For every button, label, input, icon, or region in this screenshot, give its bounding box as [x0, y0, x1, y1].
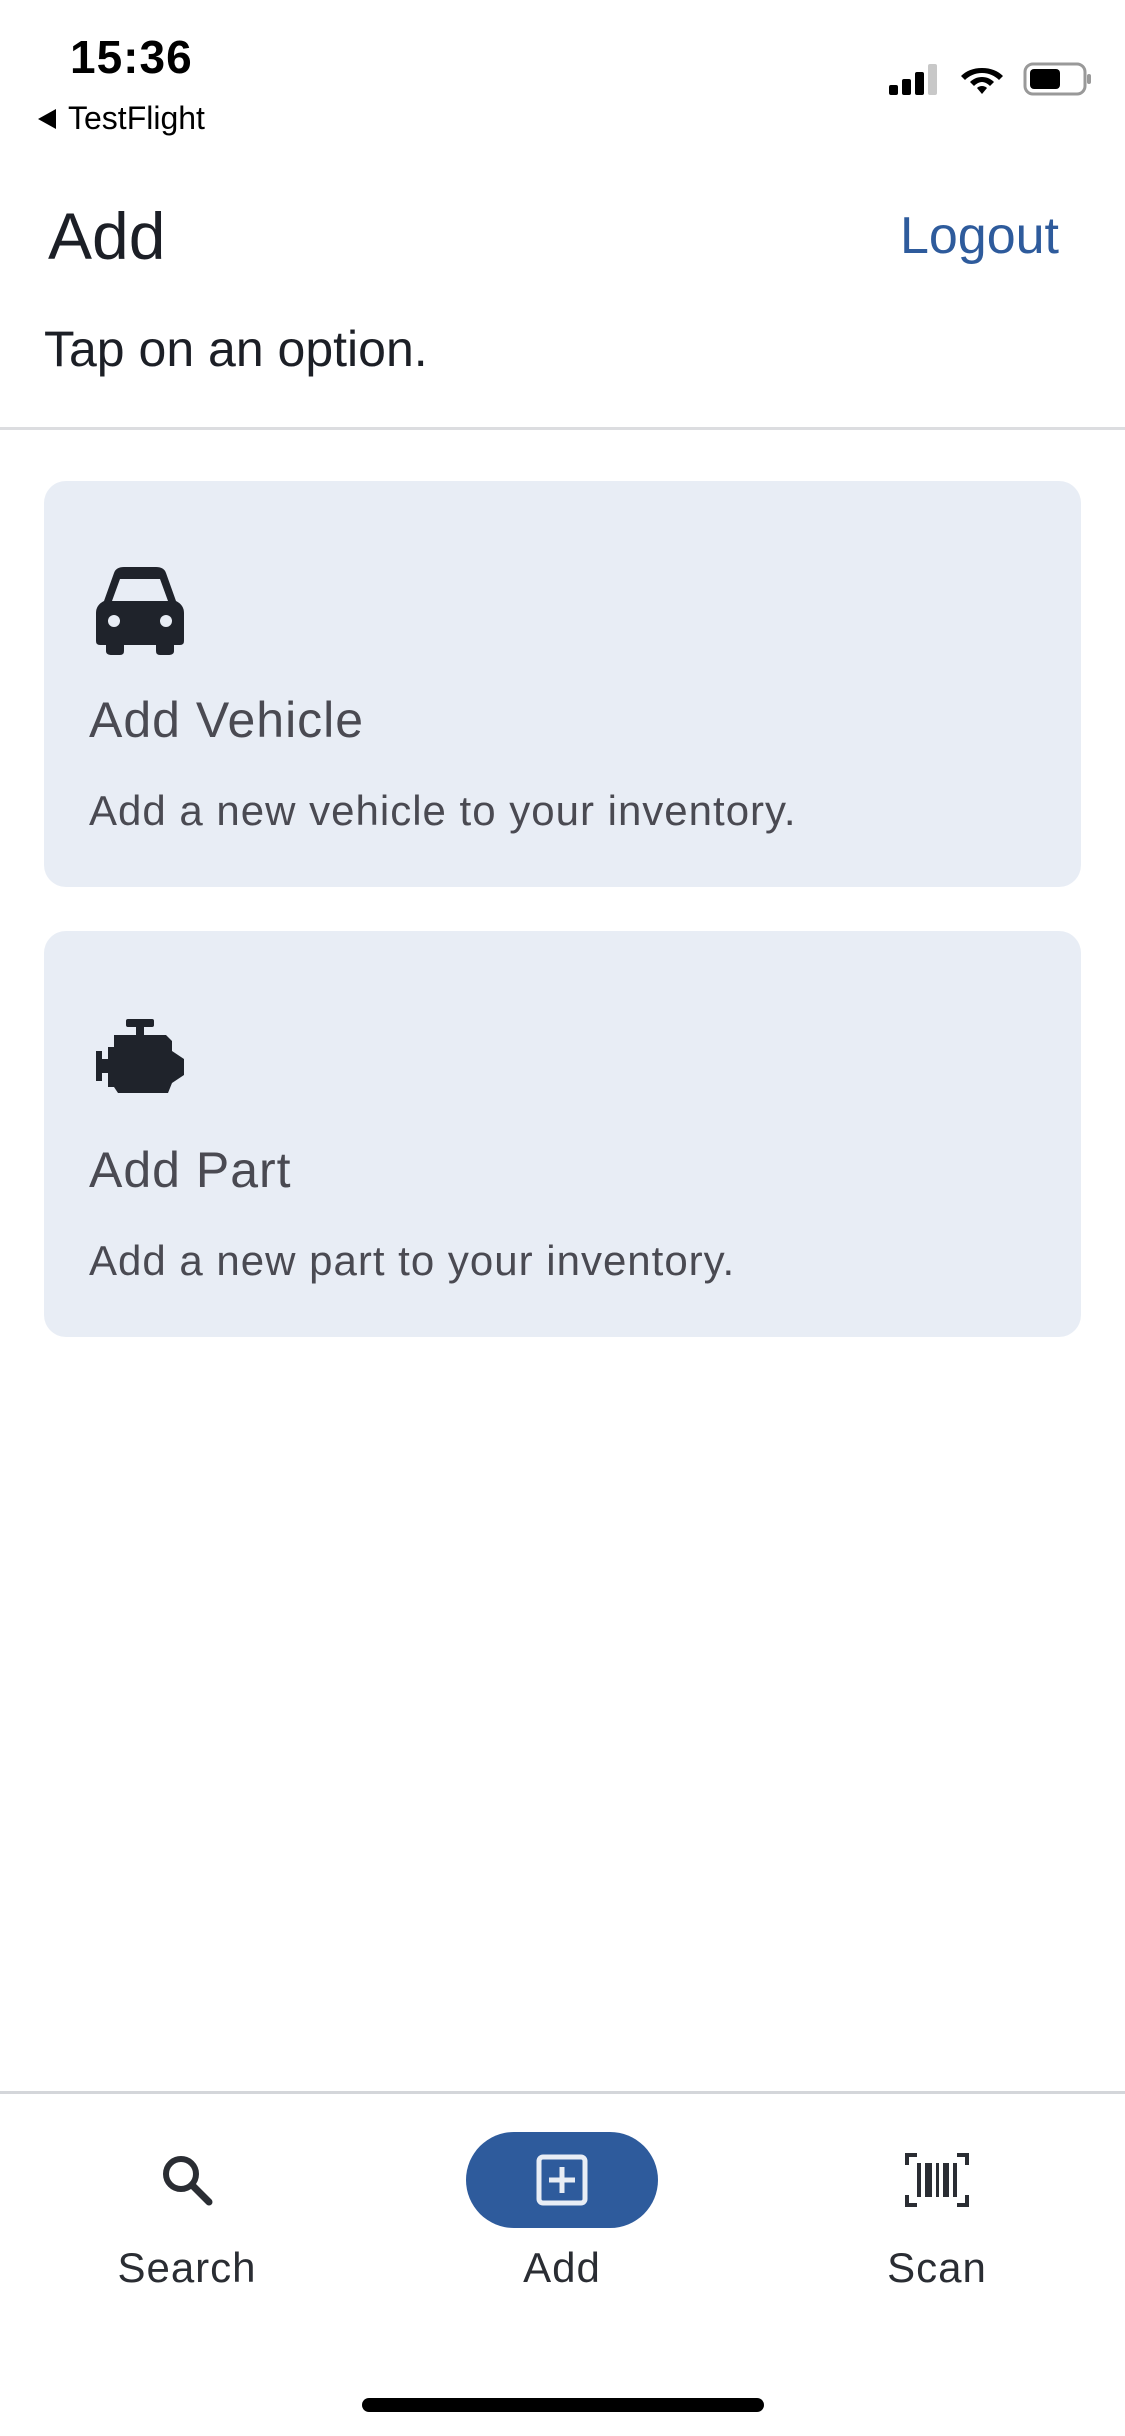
page-title: Add [48, 199, 166, 273]
search-icon [163, 2156, 213, 2206]
status-time: 15:36 [70, 31, 193, 83]
logout-button[interactable]: Logout [900, 206, 1059, 266]
wifi-icon [961, 68, 1003, 94]
add-box-icon [536, 2154, 588, 2206]
add-part-title: Add Part [89, 1142, 292, 1198]
tab-search[interactable]: Search [37, 2130, 337, 2292]
home-indicator[interactable] [362, 2398, 764, 2412]
cellular-signal-icon [889, 64, 937, 95]
page-subtitle: Tap on an option. [44, 321, 428, 377]
add-vehicle-title: Add Vehicle [89, 692, 365, 748]
back-arrow-icon [38, 108, 56, 129]
add-part-card[interactable]: Add Part Add a new part to your inventor… [44, 931, 1081, 1337]
barcode-icon [905, 2153, 969, 2207]
header-divider [0, 427, 1125, 430]
status-icons [889, 62, 1093, 96]
tab-add-active-indicator [466, 2132, 658, 2228]
bottom-nav-divider [0, 2091, 1125, 2094]
add-vehicle-card[interactable]: Add Vehicle Add a new vehicle to your in… [44, 481, 1081, 887]
tab-scan[interactable]: Scan [787, 2130, 1087, 2292]
screen: 15:36 TestFlight Add Logout Tap on an op… [0, 0, 1125, 2436]
add-vehicle-description: Add a new vehicle to your inventory. [89, 787, 797, 834]
tab-search-label: Search [117, 2244, 257, 2291]
tab-add-label: Add [523, 2244, 601, 2291]
engine-icon [96, 1019, 184, 1093]
back-to-testflight-button[interactable]: TestFlight [38, 100, 205, 137]
car-icon [96, 567, 184, 655]
battery-icon [1023, 62, 1091, 96]
tab-add[interactable]: Add [412, 2130, 712, 2292]
tab-scan-label: Scan [887, 2244, 987, 2291]
back-label: TestFlight [68, 100, 205, 136]
add-part-description: Add a new part to your inventory. [89, 1237, 736, 1284]
